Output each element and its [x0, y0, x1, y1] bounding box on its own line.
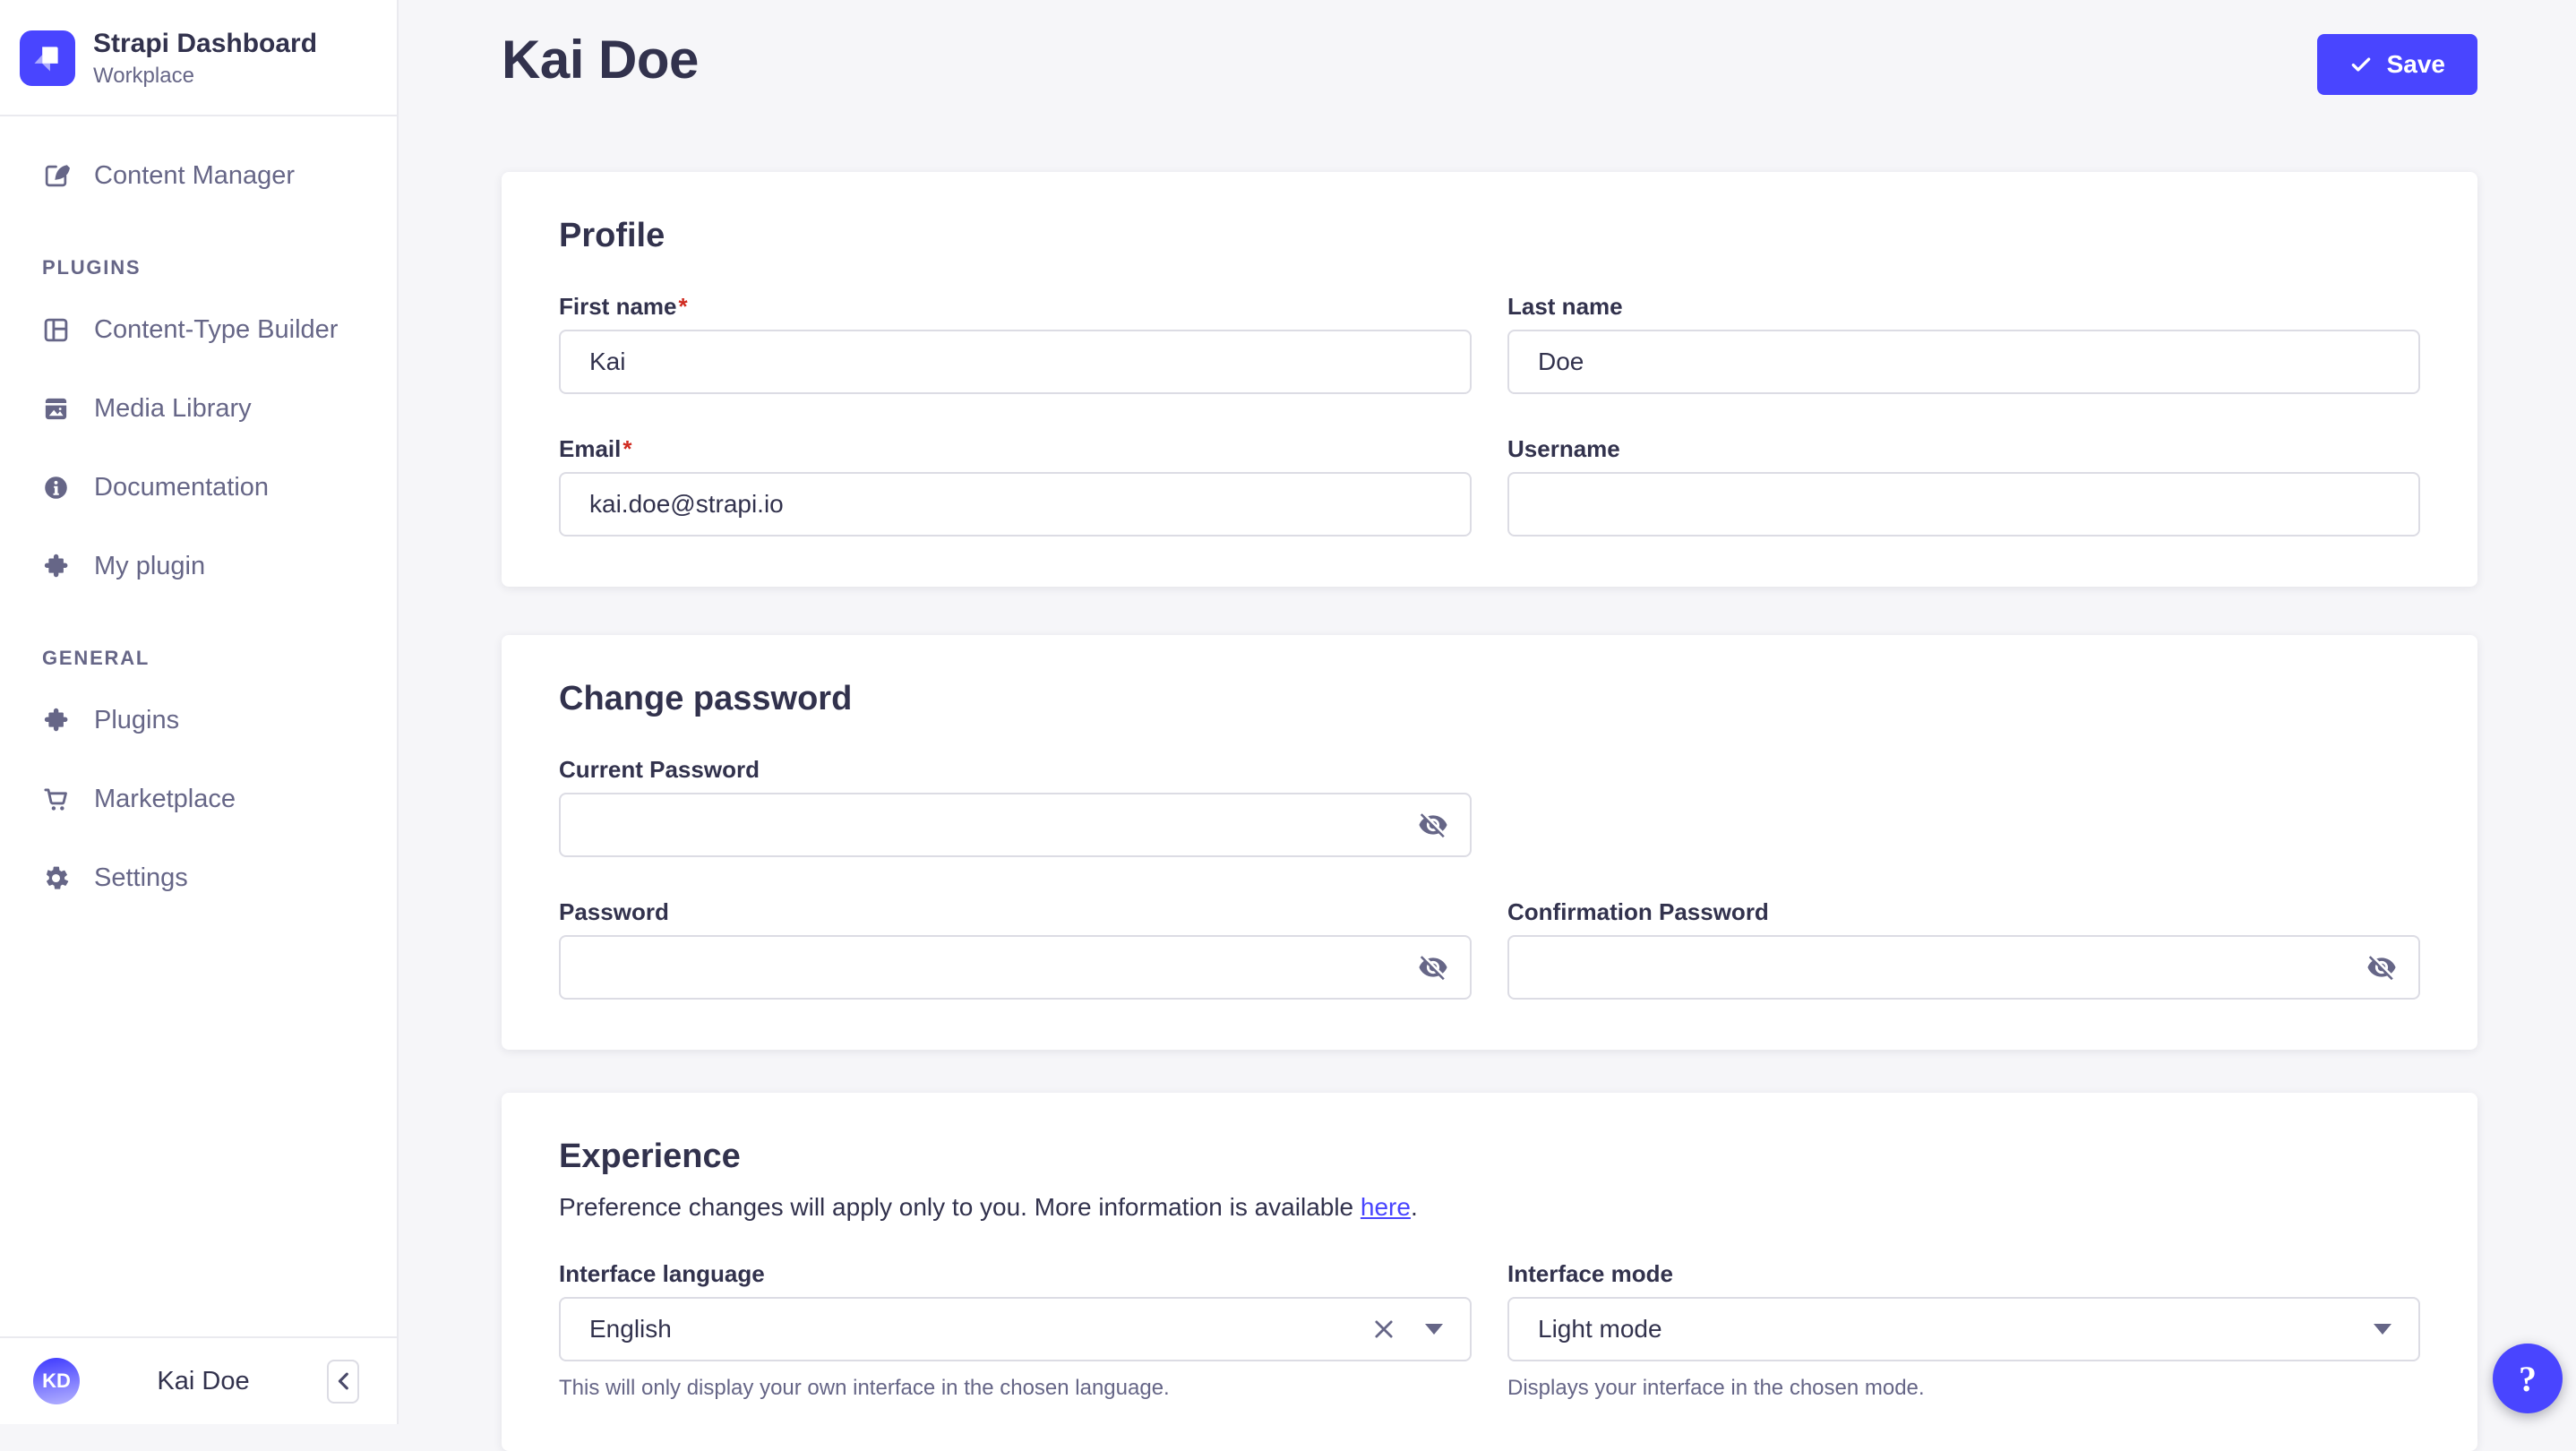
first-name-label: First name* — [559, 293, 688, 320]
sidebar-item-marketplace[interactable]: Marketplace — [0, 760, 397, 838]
profile-card: Profile First name* Last name Email* Use… — [502, 172, 2477, 587]
toggle-password-visibility-button[interactable] — [2359, 945, 2404, 990]
interface-mode-value: Light mode — [1538, 1315, 1662, 1343]
password-field-group: Password — [559, 898, 1472, 1000]
here-link[interactable]: here — [1361, 1193, 1411, 1221]
clear-language-button[interactable] — [1370, 1315, 1398, 1344]
interface-mode-hint: Displays your interface in the chosen mo… — [1507, 1376, 1925, 1400]
interface-language-value: English — [589, 1315, 672, 1343]
puzzle-icon — [42, 553, 70, 580]
sidebar-nav: Content Manager PLUGINS Content-Type Bui… — [0, 116, 397, 917]
collapse-sidebar-button[interactable] — [327, 1359, 359, 1404]
sidebar-item-label: Content-Type Builder — [94, 314, 339, 344]
sidebar-item-documentation[interactable]: Documentation — [0, 448, 397, 527]
change-password-card: Change password Current Password Passwor… — [502, 635, 2477, 1050]
sidebar-item-label: My plugin — [94, 551, 206, 580]
email-label: Email* — [559, 435, 632, 462]
sidebar-item-label: Plugins — [94, 705, 180, 734]
interface-language-select[interactable]: English — [559, 1297, 1472, 1361]
eye-off-icon — [2366, 952, 2397, 983]
puzzle-icon — [42, 707, 70, 734]
sidebar-item-label: Marketplace — [94, 784, 236, 813]
interface-language-hint: This will only display your own interfac… — [559, 1376, 1170, 1400]
email-field-group: Email* — [559, 435, 1472, 537]
required-marker: * — [623, 435, 632, 462]
confirmation-password-label: Confirmation Password — [1507, 898, 1769, 925]
sidebar-item-label: Documentation — [94, 472, 270, 502]
caret-down-icon — [1425, 1324, 1443, 1335]
save-button-label: Save — [2386, 50, 2445, 78]
help-button[interactable]: ? — [2493, 1344, 2563, 1413]
sidebar-item-my-plugin[interactable]: My plugin — [0, 527, 397, 605]
sidebar-section-plugins: PLUGINS — [42, 256, 142, 279]
sidebar-user-row: KD Kai Doe — [0, 1336, 397, 1424]
required-marker: * — [678, 293, 688, 320]
info-circle-icon — [42, 474, 70, 502]
confirmation-password-input[interactable] — [1507, 935, 2420, 1000]
last-name-field-group: Last name — [1507, 293, 2420, 394]
interface-mode-select[interactable]: Light mode — [1507, 1297, 2420, 1361]
experience-description: Preference changes will apply only to yo… — [559, 1193, 1418, 1221]
sidebar: Strapi Dashboard Workplace Content Manag… — [0, 0, 399, 1424]
first-name-field-group: First name* — [559, 293, 1472, 394]
workspace-name: Workplace — [93, 64, 194, 88]
password-input[interactable] — [559, 935, 1472, 1000]
experience-card: Experience Preference changes will apply… — [502, 1093, 2477, 1451]
toggle-password-visibility-button[interactable] — [1411, 803, 1455, 847]
current-password-input[interactable] — [559, 793, 1472, 857]
current-password-label: Current Password — [559, 756, 760, 783]
cart-icon — [42, 786, 70, 813]
password-label: Password — [559, 898, 669, 925]
current-password-field-group: Current Password — [559, 756, 1472, 857]
email-input[interactable] — [559, 472, 1472, 537]
strapi-logo-icon — [20, 30, 75, 86]
main-content: Kai Doe Save Profile First name* Last na… — [399, 0, 2576, 1451]
eye-off-icon — [1418, 952, 1448, 983]
feather-icon — [42, 162, 70, 190]
workspace-brand: Strapi Dashboard Workplace — [0, 0, 397, 115]
interface-language-label: Interface language — [559, 1260, 765, 1287]
username-field-group: Username — [1507, 435, 2420, 537]
change-password-section-title: Change password — [559, 680, 853, 717]
username-input[interactable] — [1507, 472, 2420, 537]
caret-down-icon — [2374, 1324, 2391, 1335]
picture-icon — [42, 395, 70, 423]
page-title: Kai Doe — [502, 30, 699, 90]
interface-language-field-group: Interface language English This will onl… — [559, 1260, 1472, 1401]
sidebar-item-content-manager[interactable]: Content Manager — [0, 136, 397, 215]
sidebar-item-media-library[interactable]: Media Library — [0, 369, 397, 448]
experience-section-title: Experience — [559, 1138, 741, 1175]
sidebar-item-label: Settings — [94, 863, 188, 892]
interface-mode-label: Interface mode — [1507, 1260, 1673, 1287]
confirmation-password-field-group: Confirmation Password — [1507, 898, 2420, 1000]
clear-x-icon — [1371, 1317, 1396, 1342]
toggle-password-visibility-button[interactable] — [1411, 945, 1455, 990]
avatar[interactable]: KD — [33, 1358, 80, 1404]
last-name-label: Last name — [1507, 293, 1623, 320]
screen: Strapi Dashboard Workplace Content Manag… — [0, 0, 2576, 1451]
last-name-input[interactable] — [1507, 330, 2420, 394]
sidebar-item-content-type-builder[interactable]: Content-Type Builder — [0, 290, 397, 369]
page-header: Kai Doe Save — [502, 0, 2477, 95]
gear-icon — [42, 864, 70, 892]
layout-icon — [42, 316, 70, 344]
first-name-input[interactable] — [559, 330, 1472, 394]
app-title: Strapi Dashboard — [93, 29, 318, 58]
profile-section-title: Profile — [559, 217, 665, 254]
sidebar-item-settings[interactable]: Settings — [0, 838, 397, 917]
username-label: Username — [1507, 435, 1620, 462]
chevron-left-icon — [336, 1372, 350, 1390]
save-button[interactable]: Save — [2316, 34, 2477, 95]
user-name: Kai Doe — [157, 1366, 250, 1395]
check-icon — [2349, 53, 2373, 76]
sidebar-item-label: Media Library — [94, 393, 252, 423]
interface-mode-field-group: Interface mode Light mode Displays your … — [1507, 1260, 2420, 1401]
sidebar-section-general: GENERAL — [42, 647, 150, 669]
sidebar-item-label: Content Manager — [94, 160, 296, 190]
eye-off-icon — [1418, 810, 1448, 840]
sidebar-item-plugins[interactable]: Plugins — [0, 681, 397, 760]
